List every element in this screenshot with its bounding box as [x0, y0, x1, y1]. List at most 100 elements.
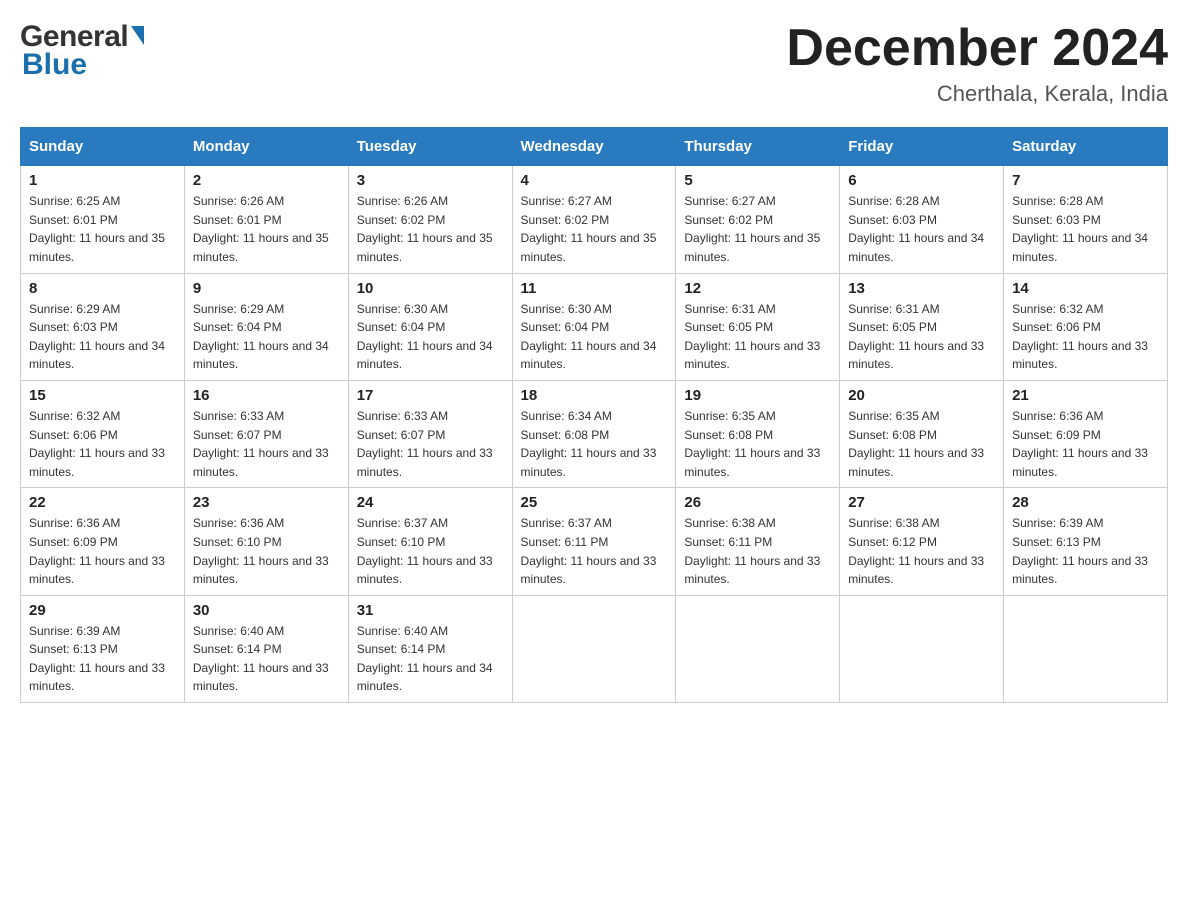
- day-info: Sunrise: 6:30 AMSunset: 6:04 PMDaylight:…: [357, 302, 493, 372]
- day-number: 25: [521, 494, 668, 511]
- day-number: 16: [193, 387, 340, 404]
- day-number: 18: [521, 387, 668, 404]
- day-number: 31: [357, 602, 504, 619]
- calendar-cell: 1 Sunrise: 6:25 AMSunset: 6:01 PMDayligh…: [21, 166, 185, 273]
- calendar-cell: 20 Sunrise: 6:35 AMSunset: 6:08 PMDaylig…: [840, 380, 1004, 487]
- day-info: Sunrise: 6:35 AMSunset: 6:08 PMDaylight:…: [848, 409, 984, 479]
- day-info: Sunrise: 6:37 AMSunset: 6:11 PMDaylight:…: [521, 516, 657, 586]
- day-info: Sunrise: 6:29 AMSunset: 6:04 PMDaylight:…: [193, 302, 329, 372]
- title-block: December 2024 Cherthala, Kerala, India: [786, 20, 1168, 107]
- day-info: Sunrise: 6:36 AMSunset: 6:09 PMDaylight:…: [29, 516, 165, 586]
- day-info: Sunrise: 6:38 AMSunset: 6:12 PMDaylight:…: [848, 516, 984, 586]
- day-number: 2: [193, 172, 340, 189]
- calendar-cell: [1004, 595, 1168, 702]
- weekday-header-monday: Monday: [184, 128, 348, 166]
- day-number: 19: [684, 387, 831, 404]
- calendar-cell: 4 Sunrise: 6:27 AMSunset: 6:02 PMDayligh…: [512, 166, 676, 273]
- day-number: 5: [684, 172, 831, 189]
- day-info: Sunrise: 6:33 AMSunset: 6:07 PMDaylight:…: [357, 409, 493, 479]
- day-number: 17: [357, 387, 504, 404]
- day-info: Sunrise: 6:35 AMSunset: 6:08 PMDaylight:…: [684, 409, 820, 479]
- day-number: 11: [521, 280, 668, 297]
- month-title: December 2024: [786, 20, 1168, 77]
- weekday-header-saturday: Saturday: [1004, 128, 1168, 166]
- calendar-cell: 5 Sunrise: 6:27 AMSunset: 6:02 PMDayligh…: [676, 166, 840, 273]
- day-info: Sunrise: 6:27 AMSunset: 6:02 PMDaylight:…: [684, 194, 820, 264]
- day-number: 20: [848, 387, 995, 404]
- weekday-header-thursday: Thursday: [676, 128, 840, 166]
- day-number: 6: [848, 172, 995, 189]
- day-number: 12: [684, 280, 831, 297]
- calendar-cell: 6 Sunrise: 6:28 AMSunset: 6:03 PMDayligh…: [840, 166, 1004, 273]
- calendar-cell: 25 Sunrise: 6:37 AMSunset: 6:11 PMDaylig…: [512, 488, 676, 595]
- day-number: 4: [521, 172, 668, 189]
- calendar-cell: 8 Sunrise: 6:29 AMSunset: 6:03 PMDayligh…: [21, 273, 185, 380]
- day-info: Sunrise: 6:25 AMSunset: 6:01 PMDaylight:…: [29, 194, 165, 264]
- day-info: Sunrise: 6:39 AMSunset: 6:13 PMDaylight:…: [29, 624, 165, 694]
- calendar-cell: 22 Sunrise: 6:36 AMSunset: 6:09 PMDaylig…: [21, 488, 185, 595]
- day-number: 15: [29, 387, 176, 404]
- day-number: 8: [29, 280, 176, 297]
- day-info: Sunrise: 6:27 AMSunset: 6:02 PMDaylight:…: [521, 194, 657, 264]
- day-number: 10: [357, 280, 504, 297]
- day-info: Sunrise: 6:26 AMSunset: 6:01 PMDaylight:…: [193, 194, 329, 264]
- weekday-header-sunday: Sunday: [21, 128, 185, 166]
- calendar-cell: 27 Sunrise: 6:38 AMSunset: 6:12 PMDaylig…: [840, 488, 1004, 595]
- day-info: Sunrise: 6:36 AMSunset: 6:10 PMDaylight:…: [193, 516, 329, 586]
- day-number: 14: [1012, 280, 1159, 297]
- day-number: 23: [193, 494, 340, 511]
- calendar-cell: 13 Sunrise: 6:31 AMSunset: 6:05 PMDaylig…: [840, 273, 1004, 380]
- day-number: 27: [848, 494, 995, 511]
- calendar-week-row: 29 Sunrise: 6:39 AMSunset: 6:13 PMDaylig…: [21, 595, 1168, 702]
- logo-blue-text: Blue: [20, 48, 87, 82]
- calendar-cell: 31 Sunrise: 6:40 AMSunset: 6:14 PMDaylig…: [348, 595, 512, 702]
- calendar-cell: [512, 595, 676, 702]
- day-info: Sunrise: 6:31 AMSunset: 6:05 PMDaylight:…: [848, 302, 984, 372]
- calendar-cell: 17 Sunrise: 6:33 AMSunset: 6:07 PMDaylig…: [348, 380, 512, 487]
- day-info: Sunrise: 6:40 AMSunset: 6:14 PMDaylight:…: [193, 624, 329, 694]
- calendar-cell: 2 Sunrise: 6:26 AMSunset: 6:01 PMDayligh…: [184, 166, 348, 273]
- day-number: 24: [357, 494, 504, 511]
- calendar-cell: 11 Sunrise: 6:30 AMSunset: 6:04 PMDaylig…: [512, 273, 676, 380]
- day-info: Sunrise: 6:39 AMSunset: 6:13 PMDaylight:…: [1012, 516, 1148, 586]
- day-info: Sunrise: 6:33 AMSunset: 6:07 PMDaylight:…: [193, 409, 329, 479]
- day-info: Sunrise: 6:32 AMSunset: 6:06 PMDaylight:…: [29, 409, 165, 479]
- day-info: Sunrise: 6:31 AMSunset: 6:05 PMDaylight:…: [684, 302, 820, 372]
- calendar-cell: [676, 595, 840, 702]
- calendar-cell: 19 Sunrise: 6:35 AMSunset: 6:08 PMDaylig…: [676, 380, 840, 487]
- calendar-cell: 23 Sunrise: 6:36 AMSunset: 6:10 PMDaylig…: [184, 488, 348, 595]
- calendar-cell: [840, 595, 1004, 702]
- calendar-cell: 21 Sunrise: 6:36 AMSunset: 6:09 PMDaylig…: [1004, 380, 1168, 487]
- day-info: Sunrise: 6:37 AMSunset: 6:10 PMDaylight:…: [357, 516, 493, 586]
- day-number: 29: [29, 602, 176, 619]
- weekday-header-row: SundayMondayTuesdayWednesdayThursdayFrid…: [21, 128, 1168, 166]
- day-info: Sunrise: 6:38 AMSunset: 6:11 PMDaylight:…: [684, 516, 820, 586]
- calendar-cell: 29 Sunrise: 6:39 AMSunset: 6:13 PMDaylig…: [21, 595, 185, 702]
- day-number: 28: [1012, 494, 1159, 511]
- day-info: Sunrise: 6:40 AMSunset: 6:14 PMDaylight:…: [357, 624, 493, 694]
- day-number: 7: [1012, 172, 1159, 189]
- logo: General Blue: [20, 20, 144, 82]
- page-header: General Blue December 2024 Cherthala, Ke…: [20, 20, 1168, 107]
- calendar-cell: 18 Sunrise: 6:34 AMSunset: 6:08 PMDaylig…: [512, 380, 676, 487]
- calendar-cell: 16 Sunrise: 6:33 AMSunset: 6:07 PMDaylig…: [184, 380, 348, 487]
- calendar-cell: 10 Sunrise: 6:30 AMSunset: 6:04 PMDaylig…: [348, 273, 512, 380]
- day-info: Sunrise: 6:34 AMSunset: 6:08 PMDaylight:…: [521, 409, 657, 479]
- calendar-cell: 24 Sunrise: 6:37 AMSunset: 6:10 PMDaylig…: [348, 488, 512, 595]
- calendar-table: SundayMondayTuesdayWednesdayThursdayFrid…: [20, 127, 1168, 703]
- day-info: Sunrise: 6:32 AMSunset: 6:06 PMDaylight:…: [1012, 302, 1148, 372]
- calendar-cell: 12 Sunrise: 6:31 AMSunset: 6:05 PMDaylig…: [676, 273, 840, 380]
- day-number: 21: [1012, 387, 1159, 404]
- calendar-cell: 28 Sunrise: 6:39 AMSunset: 6:13 PMDaylig…: [1004, 488, 1168, 595]
- day-number: 3: [357, 172, 504, 189]
- calendar-week-row: 8 Sunrise: 6:29 AMSunset: 6:03 PMDayligh…: [21, 273, 1168, 380]
- day-number: 30: [193, 602, 340, 619]
- day-number: 13: [848, 280, 995, 297]
- day-info: Sunrise: 6:26 AMSunset: 6:02 PMDaylight:…: [357, 194, 493, 264]
- weekday-header-wednesday: Wednesday: [512, 128, 676, 166]
- weekday-header-friday: Friday: [840, 128, 1004, 166]
- day-number: 22: [29, 494, 176, 511]
- day-number: 9: [193, 280, 340, 297]
- calendar-cell: 26 Sunrise: 6:38 AMSunset: 6:11 PMDaylig…: [676, 488, 840, 595]
- weekday-header-tuesday: Tuesday: [348, 128, 512, 166]
